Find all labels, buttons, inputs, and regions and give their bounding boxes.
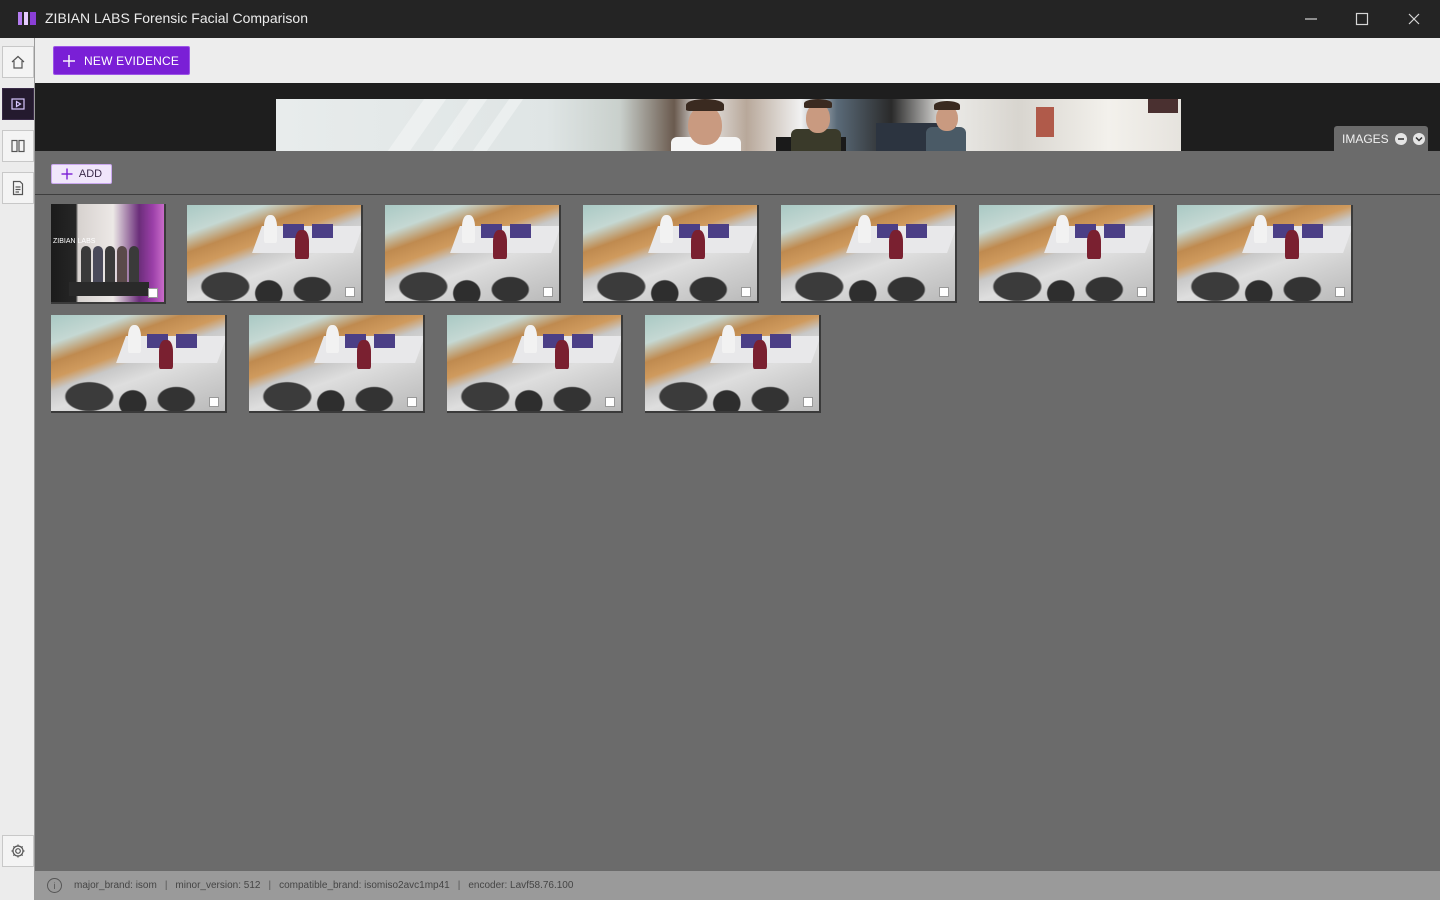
major-brand: major_brand: isom: [74, 880, 157, 891]
close-icon: [1408, 13, 1420, 25]
toolbar: NEW EVIDENCE: [35, 38, 1440, 83]
minimize-icon: [1305, 18, 1317, 20]
minor-version: minor_version: 512: [175, 880, 261, 891]
expand-button[interactable]: [1412, 133, 1425, 145]
maximize-button[interactable]: [1336, 0, 1388, 38]
select-checkbox[interactable]: [741, 287, 751, 297]
title-bar: ZIBIAN LABS Forensic Facial Comparison: [0, 0, 1440, 38]
image-thumbnail[interactable]: [583, 205, 759, 303]
collapse-button[interactable]: [1394, 133, 1407, 145]
image-thumbnail[interactable]: [447, 315, 623, 413]
app-logo: [18, 12, 36, 25]
compare-columns-icon: [11, 139, 25, 153]
compatible-brand: compatible_brand: isomiso2avc1mp41: [279, 880, 450, 891]
images-panel-tab[interactable]: IMAGES: [1334, 126, 1428, 152]
add-label: ADD: [78, 168, 103, 180]
select-checkbox[interactable]: [407, 397, 417, 407]
separator: |: [268, 880, 272, 891]
video-evidence-icon: [11, 98, 25, 110]
select-checkbox[interactable]: [543, 287, 553, 297]
info-icon[interactable]: i: [47, 878, 62, 893]
home-icon: [11, 55, 25, 69]
gallery-divider: [35, 194, 1440, 195]
images-gallery: ADD ZIBIAN LABS: [35, 151, 1440, 871]
video-metadata: major_brand: isom | minor_version: 512 |…: [74, 880, 573, 891]
image-thumbnail[interactable]: [51, 315, 227, 413]
image-thumbnail[interactable]: [1177, 205, 1353, 303]
minimize-button[interactable]: [1285, 0, 1337, 38]
new-evidence-button[interactable]: NEW EVIDENCE: [53, 46, 191, 75]
window-title: ZIBIAN LABS Forensic Facial Comparison: [45, 10, 308, 26]
side-navigation: [0, 38, 35, 900]
close-button[interactable]: [1388, 0, 1440, 38]
video-preview-frame[interactable]: [276, 99, 1181, 151]
select-checkbox[interactable]: [803, 397, 813, 407]
booth-sign: ZIBIAN LABS: [53, 238, 96, 245]
plus-icon: [61, 168, 73, 180]
status-bar: i major_brand: isom | minor_version: 512…: [35, 871, 1440, 900]
plus-icon: [63, 54, 75, 67]
nav-report[interactable]: [2, 172, 34, 204]
nav-compare[interactable]: [2, 130, 34, 162]
image-thumbnail[interactable]: [249, 315, 425, 413]
image-thumbnail[interactable]: ZIBIAN LABS: [51, 204, 166, 304]
select-checkbox[interactable]: [148, 288, 158, 298]
new-evidence-label: NEW EVIDENCE: [84, 53, 180, 68]
select-checkbox[interactable]: [209, 397, 219, 407]
image-thumbnail[interactable]: [385, 205, 561, 303]
maximize-icon: [1355, 12, 1369, 26]
encoder: encoder: Lavf58.76.100: [468, 880, 574, 891]
select-checkbox[interactable]: [345, 287, 355, 297]
settings-icon: [11, 844, 25, 858]
select-checkbox[interactable]: [1335, 287, 1345, 297]
select-checkbox[interactable]: [1137, 287, 1147, 297]
nav-video-evidence[interactable]: [2, 88, 34, 120]
select-checkbox[interactable]: [605, 397, 615, 407]
document-icon: [12, 180, 24, 196]
chevron-down-icon: [1415, 136, 1423, 142]
nav-home[interactable]: [2, 46, 34, 78]
nav-settings[interactable]: [2, 835, 34, 867]
minus-icon: [1397, 138, 1404, 140]
images-tab-label: IMAGES: [1342, 132, 1389, 146]
image-thumbnail[interactable]: [187, 205, 363, 303]
separator: |: [164, 880, 168, 891]
separator: |: [457, 880, 461, 891]
select-checkbox[interactable]: [939, 287, 949, 297]
video-preview-panel: [35, 83, 1440, 151]
image-thumbnail[interactable]: [979, 205, 1155, 303]
image-thumbnail[interactable]: [781, 205, 957, 303]
image-thumbnail[interactable]: [645, 315, 821, 413]
add-image-button[interactable]: ADD: [51, 164, 112, 184]
